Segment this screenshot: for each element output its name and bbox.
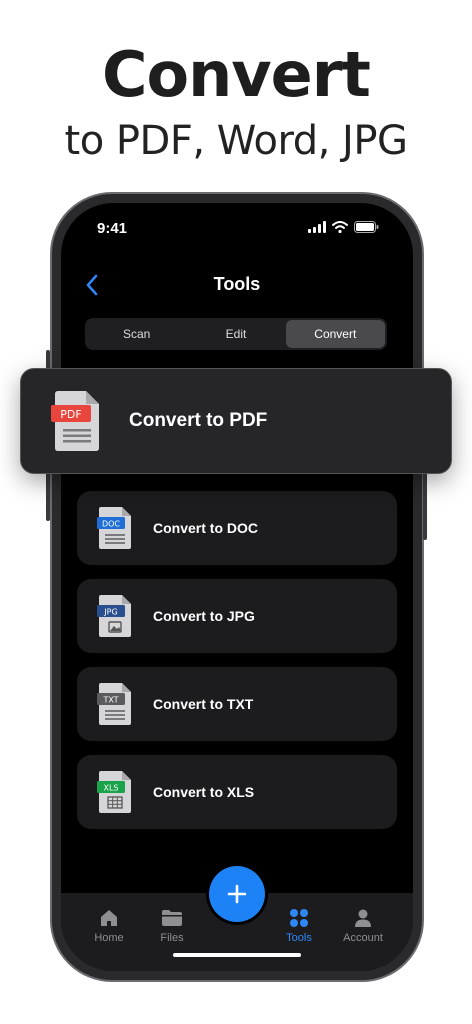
segment-edit[interactable]: Edit [186, 320, 285, 348]
add-button[interactable] [209, 866, 265, 922]
tool-row-xls[interactable]: XLS Convert to XLS [77, 755, 397, 829]
tool-label: Convert to XLS [153, 784, 255, 800]
tab-files[interactable]: Files [140, 907, 204, 944]
status-icons [308, 221, 379, 233]
tool-label: Convert to JPG [153, 608, 255, 624]
tool-row-jpg[interactable]: JPG Convert to JPG [77, 579, 397, 653]
folder-icon [162, 910, 182, 926]
txt-badge: TXT [102, 696, 118, 705]
jpg-file-icon: JPG [97, 595, 131, 637]
tool-row-doc[interactable]: DOC Convert to DOC [77, 491, 397, 565]
segment-convert[interactable]: Convert [285, 320, 385, 348]
promo-headline: Convert [102, 38, 371, 111]
tab-label: Files [160, 932, 184, 944]
tool-list: DOC Convert to DOC JPG Convert to JPG TX… [77, 491, 397, 843]
tab-label: Tools [286, 932, 312, 944]
tab-label: Account [343, 932, 383, 944]
segmented-control: Scan Edit Convert [85, 318, 387, 350]
house-icon [101, 910, 117, 926]
tab-account[interactable]: Account [331, 907, 395, 944]
plus-icon [227, 884, 247, 904]
txt-file-icon: TXT [97, 683, 131, 725]
signal-icon [308, 221, 326, 233]
phone-screen: 9:41 Tools Scan Edit Convert DOC Convert… [61, 203, 413, 971]
person-icon [355, 909, 371, 927]
doc-badge: DOC [102, 520, 120, 529]
tab-home[interactable]: Home [77, 907, 141, 944]
xls-file-icon: XLS [97, 771, 131, 813]
tool-label: Convert to TXT [153, 696, 254, 712]
doc-file-icon: DOC [97, 507, 131, 549]
xls-badge: XLS [103, 784, 118, 793]
tab-label: Home [94, 932, 124, 944]
tool-label: Convert to DOC [153, 520, 258, 536]
battery-icon [354, 221, 379, 233]
pdf-badge: PDF [60, 408, 81, 421]
page-title: Tools [213, 274, 261, 294]
tool-row-txt[interactable]: TXT Convert to TXT [77, 667, 397, 741]
featured-tool-pdf[interactable]: PDF Convert to PDF [20, 368, 452, 474]
segment-scan[interactable]: Scan [87, 320, 186, 348]
pdf-file-icon: PDF [51, 391, 99, 451]
featured-tool-label: Convert to PDF [129, 410, 268, 431]
home-indicator [173, 953, 301, 957]
jpg-badge: JPG [103, 608, 117, 617]
status-time: 9:41 [97, 220, 128, 237]
promo-subline: to PDF, Word, JPG [64, 118, 408, 164]
wifi-icon [332, 221, 348, 233]
tab-tools[interactable]: Tools [267, 907, 331, 944]
grid-icon [290, 909, 308, 927]
